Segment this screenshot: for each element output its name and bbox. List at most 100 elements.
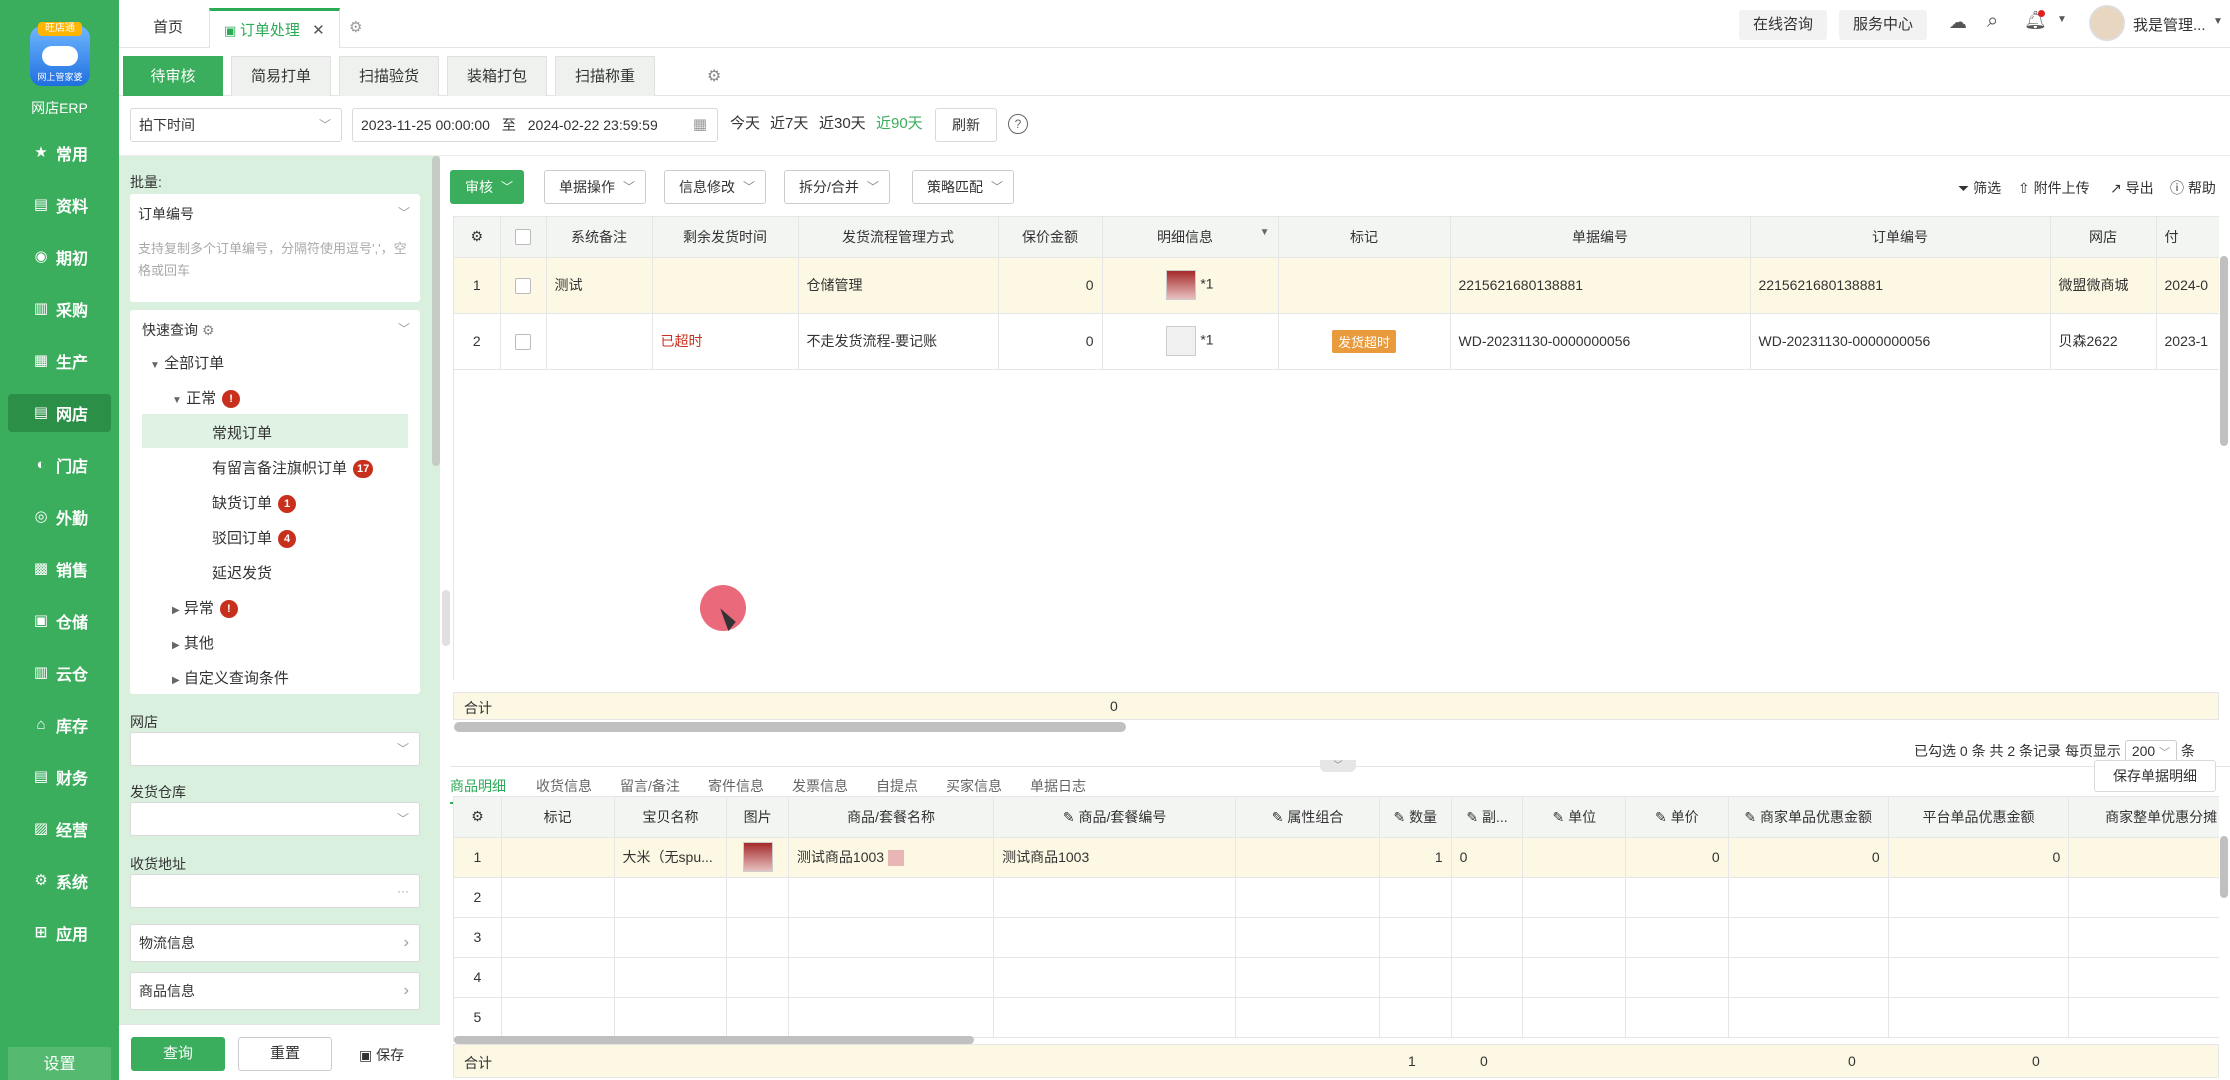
subtab-box-pack[interactable]: 装箱打包 [447,56,547,96]
nav-item-14[interactable]: ⚙ 系统 [8,862,111,900]
image-placeholder-icon[interactable] [1166,326,1197,356]
subtab-simple-print[interactable]: 简易打单 [231,56,331,96]
tree-rejected-orders[interactable]: 驳回订单 4 [212,527,297,548]
search-icon[interactable]: ⌕ [1987,10,1998,33]
logistics-info-section[interactable]: 物流信息 › [130,924,420,962]
select-all-checkbox[interactable] [500,217,547,258]
nav-item-11[interactable]: ⌂ 库存 [8,706,111,744]
btab-bill-log[interactable]: 单据日志 [1030,776,1086,796]
quick-today[interactable]: 今天 [730,112,760,133]
chevron-down-icon[interactable]: ﹀ [398,204,410,221]
bell-icon[interactable]: 🔔︎ [2024,10,2047,31]
table-row[interactable]: 2 已超时 不走发货流程-要记账 0 *1 发货超时 WD-20231130-0… [454,313,2219,370]
nav-item-3[interactable]: ▥ 采购 [8,290,111,328]
tree-abnormal[interactable]: ▶ 异常! [172,597,238,618]
btab-buyer-info[interactable]: 买家信息 [946,776,1002,796]
chevron-down-icon[interactable]: ﹀ [398,320,410,337]
caret-down-icon[interactable]: ▼ [1260,227,1270,238]
left-panel-scrollbar[interactable] [432,156,440,466]
table-row[interactable]: 3 [454,917,2219,958]
query-button[interactable]: 查询 [131,1037,225,1071]
subtab-scan-weigh[interactable]: 扫描称重 [555,56,655,96]
help-circle-icon[interactable]: ? [1008,114,1028,134]
tree-custom-query[interactable]: ▶ 自定义查询条件 [172,667,289,688]
th-flow[interactable]: 发货流程管理方式 [798,217,999,258]
order-table-vscrollbar[interactable] [2220,256,2228,446]
nav-item-1[interactable]: ▤ 资料 [8,186,111,224]
quick-30days[interactable]: 近30天 [819,112,866,133]
th-order-no[interactable]: 订单编号 [1750,217,2051,258]
online-consult-button[interactable]: 在线咨询 [1739,10,1828,40]
item-table-hscrollbar[interactable] [454,1036,974,1044]
close-tab-icon[interactable]: ✕ [312,22,325,39]
strategy-dropdown[interactable]: 策略匹配 ﹀ [912,170,1014,204]
export-button[interactable]: ↗ 导出 [2110,178,2154,198]
nav-item-10[interactable]: ▥ 云仓 [8,654,111,692]
store-select[interactable]: ﹀ [130,732,420,766]
table-row[interactable]: 2 [454,877,2219,918]
th-item-image[interactable]: 图片 [726,797,789,838]
address-input[interactable]: ··· [130,874,420,908]
quick-query-gear-icon[interactable]: ⚙ [202,322,215,338]
panel-collapse-handle[interactable] [442,590,450,646]
save-detail-button[interactable]: 保存单据明细 [2094,760,2216,792]
filter-button[interactable]: ⏷ 筛选 [1958,178,2001,198]
th-item-product[interactable]: 商品/套餐名称 [788,797,995,838]
warehouse-select[interactable]: ﹀ [130,802,420,836]
audit-button[interactable]: 审核 ﹀ [450,170,524,204]
tree-regular-orders[interactable]: 常规订单 [212,422,272,443]
th-item-merchant-disc[interactable]: ✎ 商家单品优惠金额 [1728,797,1889,838]
help-button[interactable]: ⓘ 帮助 [2170,178,2216,198]
nav-settings-button[interactable]: 设置 [8,1047,111,1080]
user-name[interactable]: 我是管理... [2133,14,2206,35]
th-item-sub[interactable]: ✎ 副... [1451,797,1524,838]
tree-other[interactable]: ▶ 其他 [172,632,214,653]
th-insured[interactable]: 保价金额 [998,217,1103,258]
calendar-icon[interactable]: ▦ [693,109,707,141]
nav-item-9[interactable]: ▣ 仓储 [8,602,111,640]
product-thumbnail[interactable] [742,842,773,872]
th-store[interactable]: 网店 [2050,217,2157,258]
btab-remarks[interactable]: 留言/备注 [620,776,680,796]
tree-shortage-orders[interactable]: 缺货订单 1 [212,492,297,513]
th-pay[interactable]: 付 [2156,217,2219,258]
btab-sender-info[interactable]: 寄件信息 [708,776,764,796]
quick-7days[interactable]: 近7天 [770,112,808,133]
cell-item-price[interactable]: 0 [1625,837,1729,878]
user-dropdown-icon[interactable]: ▼ [2213,16,2223,27]
th-item-attr[interactable]: ✎ 属性组合 [1235,797,1380,838]
nav-item-5[interactable]: ▤ 网店 [8,394,111,432]
cell-detail[interactable]: *1 [1102,257,1279,314]
th-item-name[interactable]: 宝贝名称 [614,797,728,838]
single-op-dropdown[interactable]: 单据操作 ﹀ [544,170,646,204]
th-remark[interactable]: 系统备注 [546,217,653,258]
btab-pickup-point[interactable]: 自提点 [876,776,918,796]
tree-remark-flag-orders[interactable]: 有留言备注旗帜订单 17 [212,457,374,478]
row-checkbox[interactable] [500,313,547,370]
bell-dropdown-icon[interactable]: ▼ [2057,14,2067,25]
batch-input-card[interactable]: 订单编号 ﹀ 支持复制多个订单编号，分隔符使用逗号','，空格或回车 [130,194,420,302]
table-row[interactable]: 1 测试 仓储管理 0 *1 2215621680138881 22156216… [454,257,2219,314]
cell-item-unit[interactable] [1522,837,1627,878]
nav-item-6[interactable]: ◐ 门店 [8,446,111,484]
nav-item-0[interactable]: ★ 常用 [8,134,111,172]
cell-detail[interactable]: *1 [1102,313,1279,370]
nav-item-7[interactable]: ◎ 外勤 [8,498,111,536]
tree-normal[interactable]: ▼ 正常! [172,387,241,408]
cell-item-qty[interactable]: 1 [1379,837,1452,878]
tab-order-processing[interactable]: ▣ 订单处理 ✕ [209,8,340,48]
nav-item-12[interactable]: ▤ 财务 [8,758,111,796]
nav-item-8[interactable]: ▩ 销售 [8,550,111,588]
nav-item-15[interactable]: ⊞ 应用 [8,914,111,952]
cloud-download-icon[interactable]: ☁ [1949,12,1967,33]
tree-delayed-shipping[interactable]: 延迟发货 [212,562,272,583]
subtab-settings-gear-icon[interactable]: ⚙ [707,66,721,86]
item-column-settings-gear-icon[interactable]: ⚙ [454,797,502,838]
th-item-code[interactable]: ✎ 商品/套餐编号 [993,797,1237,838]
item-table-vscrollbar[interactable] [2220,836,2228,898]
th-mark[interactable]: 标记 [1278,217,1451,258]
refresh-button[interactable]: 刷新 [935,108,997,142]
cell-item-sub[interactable]: 0 [1451,837,1524,878]
quick-query-label[interactable]: 快速查询 ⚙ [142,320,214,340]
table-row[interactable]: 1 大米（无spu... 测试商品1003 测试商品1003 1 0 0 0 0 [454,837,2219,878]
